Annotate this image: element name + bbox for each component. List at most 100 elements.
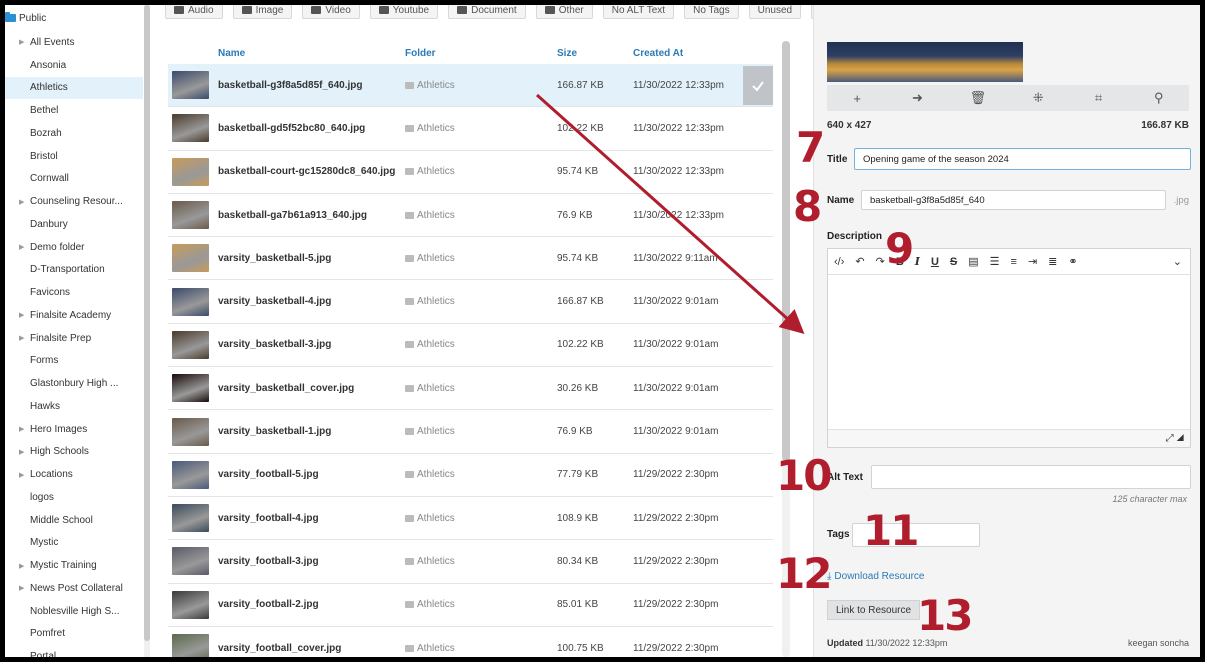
indent-icon[interactable]: ⇥ bbox=[1028, 255, 1037, 268]
ordered-list-icon[interactable]: ☰ bbox=[990, 255, 1000, 268]
undo-icon[interactable]: ↶ bbox=[855, 255, 864, 268]
italic-icon[interactable]: I bbox=[915, 255, 920, 268]
filter-chip[interactable]: Image bbox=[232, 5, 293, 19]
add-icon[interactable]: + bbox=[827, 85, 887, 111]
sidebar-item[interactable]: ▶ Locations bbox=[5, 463, 143, 486]
blockquote-icon[interactable]: ▤ bbox=[968, 255, 978, 268]
sidebar-item[interactable]: logos bbox=[5, 486, 143, 509]
sidebar-item[interactable]: ▶ Mystic Training bbox=[5, 554, 143, 577]
header-folder[interactable]: Folder bbox=[405, 48, 557, 59]
location-pin-icon[interactable]: ⚲ bbox=[1129, 85, 1189, 111]
sidebar-item[interactable]: Cornwall bbox=[5, 168, 143, 191]
sidebar-item[interactable]: Glastonbury High ... bbox=[5, 372, 143, 395]
strikethrough-icon[interactable]: S bbox=[950, 256, 957, 268]
sidebar-item[interactable]: Noblesville High S... bbox=[5, 600, 143, 623]
sidebar-item[interactable]: Bristol bbox=[5, 145, 143, 168]
table-row[interactable]: varsity_basketball-3.jpg Athletics 102.22 … bbox=[168, 324, 773, 368]
sidebar-item[interactable]: Bozrah bbox=[5, 122, 143, 145]
folder-sidebar: Public ▶ All Events Ansonia Athletics Bethel… bbox=[5, 5, 143, 657]
sidebar-item[interactable]: Danbury bbox=[5, 213, 143, 236]
table-scroll-thumb[interactable] bbox=[782, 41, 790, 461]
sidebar-item[interactable]: Hawks bbox=[5, 395, 143, 418]
header-created[interactable]: Created At bbox=[633, 48, 743, 59]
sidebar-scrollbar[interactable] bbox=[144, 5, 150, 657]
caret-right-icon[interactable]: ▶ bbox=[19, 198, 30, 206]
filter-chip[interactable]: Audio bbox=[165, 5, 223, 19]
redo-icon[interactable]: ↷ bbox=[876, 255, 885, 268]
sidebar-item[interactable]: Middle School bbox=[5, 509, 143, 532]
alt-text-input[interactable] bbox=[871, 465, 1191, 489]
caret-right-icon[interactable]: ▶ bbox=[19, 584, 30, 592]
thumbnail-cell bbox=[168, 71, 218, 100]
filter-chip[interactable]: Unused bbox=[748, 5, 802, 19]
download-resource-link[interactable]: ⤓ Download Resource bbox=[827, 571, 924, 582]
sidebar-item[interactable]: ▶ Finalsite Prep bbox=[5, 327, 143, 350]
filter-chip[interactable]: Youtube bbox=[369, 5, 439, 19]
filter-chip[interactable]: No ALT Text bbox=[602, 5, 675, 19]
bullet-list-icon[interactable]: ≡ bbox=[1011, 256, 1017, 268]
caret-right-icon[interactable]: ▶ bbox=[19, 38, 30, 46]
sidebar-item[interactable]: ▶ Demo folder bbox=[5, 236, 143, 259]
sidebar-item[interactable]: D-Transportation bbox=[5, 259, 143, 282]
underline-icon[interactable]: U bbox=[931, 256, 939, 268]
focal-point-icon[interactable]: ⁜ bbox=[1008, 85, 1068, 111]
table-row[interactable]: varsity_basketball-5.jpg Athletics 95.74 K… bbox=[168, 237, 773, 281]
trash-icon[interactable]: 🗑 bbox=[948, 85, 1008, 111]
crop-icon[interactable]: ⌗ bbox=[1068, 85, 1128, 111]
table-row[interactable]: varsity_football-2.jpg Athletics 85.01 KB 1… bbox=[168, 584, 773, 627]
header-size[interactable]: Size bbox=[557, 48, 633, 59]
sidebar-item[interactable]: ▶ All Events bbox=[5, 31, 143, 54]
source-code-icon[interactable]: ‹/› bbox=[834, 256, 844, 268]
filter-chip[interactable]: Document bbox=[448, 5, 526, 19]
table-row[interactable]: basketball-ga7b61a913_640.jpg Athletics 76… bbox=[168, 194, 773, 238]
table-row[interactable]: basketball-court-gc15280dc8_640.jpg Athle… bbox=[168, 151, 773, 194]
sidebar-item[interactable]: Forms bbox=[5, 350, 143, 373]
table-row[interactable]: basketball-gd5f52bc80_640.jpg Athletics 10… bbox=[168, 107, 773, 151]
caret-right-icon[interactable]: ▶ bbox=[19, 425, 30, 433]
filter-chip[interactable]: No Tags bbox=[684, 5, 739, 19]
sidebar-item[interactable]: ▶ Counseling Resour... bbox=[5, 190, 143, 213]
folder-root[interactable]: Public bbox=[5, 11, 46, 25]
caret-right-icon[interactable]: ▶ bbox=[19, 562, 30, 570]
table-row[interactable]: varsity_football-4.jpg Athletics 108.9 KB 1… bbox=[168, 497, 773, 541]
table-row[interactable]: varsity_basketball_cover.jpg Athletics 30.… bbox=[168, 367, 773, 411]
link-icon[interactable]: ⚭ bbox=[1068, 255, 1077, 268]
sidebar-item[interactable]: ▶ Hero Images bbox=[5, 418, 143, 441]
sidebar-item[interactable]: Bethel bbox=[5, 99, 143, 122]
fullscreen-icon[interactable]: ⤢ ◢ bbox=[1166, 433, 1184, 444]
move-arrow-icon[interactable]: ➜ bbox=[887, 85, 947, 111]
title-input[interactable] bbox=[854, 148, 1191, 170]
sidebar-item[interactable]: ▶ News Post Collateral bbox=[5, 577, 143, 600]
caret-right-icon[interactable]: ▶ bbox=[19, 448, 30, 456]
table-row[interactable]: varsity_football-3.jpg Athletics 80.34 KB 1… bbox=[168, 540, 773, 584]
table-row[interactable]: basketball-g3f8a5d85f_640.jpg Athletics 16… bbox=[168, 64, 773, 108]
name-input[interactable] bbox=[861, 190, 1166, 210]
table-row[interactable]: varsity_football-5.jpg Athletics 77.79 KB 1… bbox=[168, 454, 773, 497]
table-row[interactable]: varsity_basketball-1.jpg Athletics 76.9 KB… bbox=[168, 410, 773, 454]
sidebar-item[interactable]: Portal bbox=[5, 645, 143, 657]
header-name[interactable]: Name bbox=[218, 48, 405, 59]
filter-chip[interactable]: Video bbox=[302, 5, 360, 19]
sidebar-scroll-thumb[interactable] bbox=[144, 5, 150, 641]
align-icon[interactable]: ≣ bbox=[1048, 255, 1057, 268]
caret-right-icon[interactable]: ▶ bbox=[19, 311, 30, 319]
caret-right-icon[interactable]: ▶ bbox=[19, 334, 30, 342]
app-frame: Public ▶ All Events Ansonia Athletics Bethel… bbox=[5, 5, 1200, 657]
link-to-resource-button[interactable]: Link to Resource bbox=[827, 600, 921, 620]
table-row[interactable]: varsity_basketball-4.jpg Athletics 166.87 … bbox=[168, 280, 773, 324]
file-folder-label: Athletics bbox=[417, 252, 455, 264]
sidebar-item[interactable]: ▶ Finalsite Academy bbox=[5, 304, 143, 327]
sidebar-item[interactable]: Mystic bbox=[5, 532, 143, 555]
caret-right-icon[interactable]: ▶ bbox=[19, 243, 30, 251]
chevron-down-icon[interactable]: ⌄ bbox=[1173, 255, 1182, 268]
sidebar-item[interactable]: Favicons bbox=[5, 281, 143, 304]
sidebar-item[interactable]: ▶ High Schools bbox=[5, 441, 143, 464]
caret-right-icon[interactable]: ▶ bbox=[19, 471, 30, 479]
selected-check-icon[interactable] bbox=[743, 66, 773, 105]
table-row[interactable]: varsity_football_cover.jpg Athletics 100.7… bbox=[168, 627, 773, 657]
sidebar-item[interactable]: Ansonia bbox=[5, 54, 143, 77]
sidebar-item[interactable]: Pomfret bbox=[5, 623, 143, 646]
description-editor[interactable]: ‹/› ↶ ↷ B I U S ▤ ☰ ≡ ⇥ ≣ ⚭ ⌄ ⤢ ◢ bbox=[827, 248, 1191, 448]
filter-chip[interactable]: Other bbox=[535, 5, 593, 19]
sidebar-item[interactable]: Athletics bbox=[5, 76, 143, 100]
